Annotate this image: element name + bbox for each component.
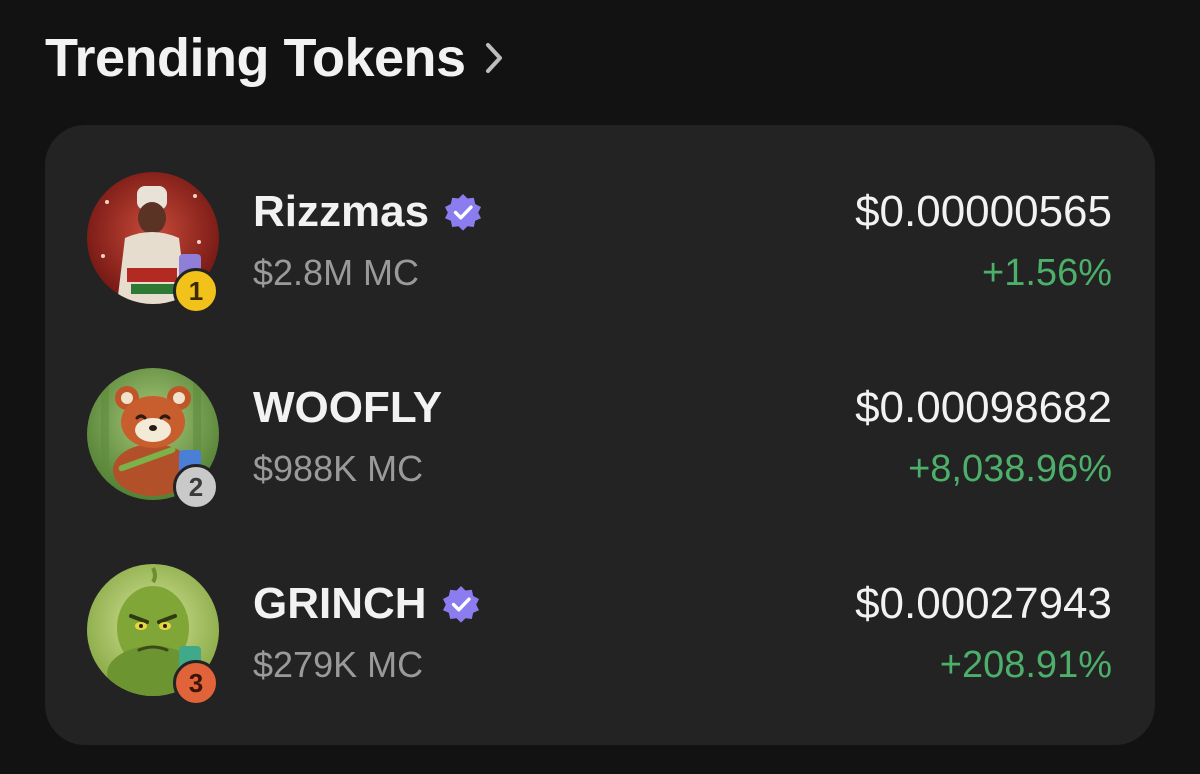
market-cap: $988K MC xyxy=(253,448,424,489)
token-price: $0.00000565 xyxy=(855,187,1112,236)
token-name-line: GRINCH xyxy=(253,579,481,629)
token-price: $0.00098682 xyxy=(855,383,1112,432)
rank-badge: 2 xyxy=(173,464,219,510)
token-name: GRINCH xyxy=(253,579,427,628)
chevron-right-icon xyxy=(484,41,504,75)
token-name-line: Rizzmas xyxy=(253,187,483,237)
rank-number: 2 xyxy=(188,471,204,502)
market-cap: $279K MC xyxy=(253,644,424,685)
token-avatar-container: 3 xyxy=(87,564,219,706)
section-title: Trending Tokens xyxy=(45,28,466,88)
rank-number: 1 xyxy=(188,275,204,306)
trending-tokens-card: 1 Rizzmas $2.8M MC $0.00000565 +1.56% 2 … xyxy=(45,125,1155,745)
token-row-rizzmas[interactable]: 1 Rizzmas $2.8M MC $0.00000565 +1.56% xyxy=(45,157,1155,317)
token-row-grinch[interactable]: 3 GRINCH $279K MC $0.00027943 +208.91% xyxy=(45,549,1155,709)
token-avatar-container: 1 xyxy=(87,172,219,314)
token-name: Rizzmas xyxy=(253,187,430,236)
token-avatar-container: 2 xyxy=(87,368,219,510)
rank-badge: 1 xyxy=(173,268,219,314)
token-price: $0.00027943 xyxy=(855,579,1112,628)
rank-number: 3 xyxy=(188,667,204,698)
price-change: +1.56% xyxy=(982,252,1112,294)
trending-tokens-header[interactable]: Trending Tokens xyxy=(45,18,504,98)
token-name: WOOFLY xyxy=(253,383,443,432)
verified-badge-icon xyxy=(441,584,481,624)
rank-badge: 3 xyxy=(173,660,219,706)
token-row-woofly[interactable]: 2 WOOFLY $988K MC $0.00098682 +8,038.96% xyxy=(45,353,1155,513)
token-name-line: WOOFLY xyxy=(253,383,442,433)
price-change: +208.91% xyxy=(939,644,1112,686)
market-cap: $2.8M MC xyxy=(253,252,420,293)
verified-badge-icon xyxy=(443,192,483,232)
price-change: +8,038.96% xyxy=(908,448,1112,490)
